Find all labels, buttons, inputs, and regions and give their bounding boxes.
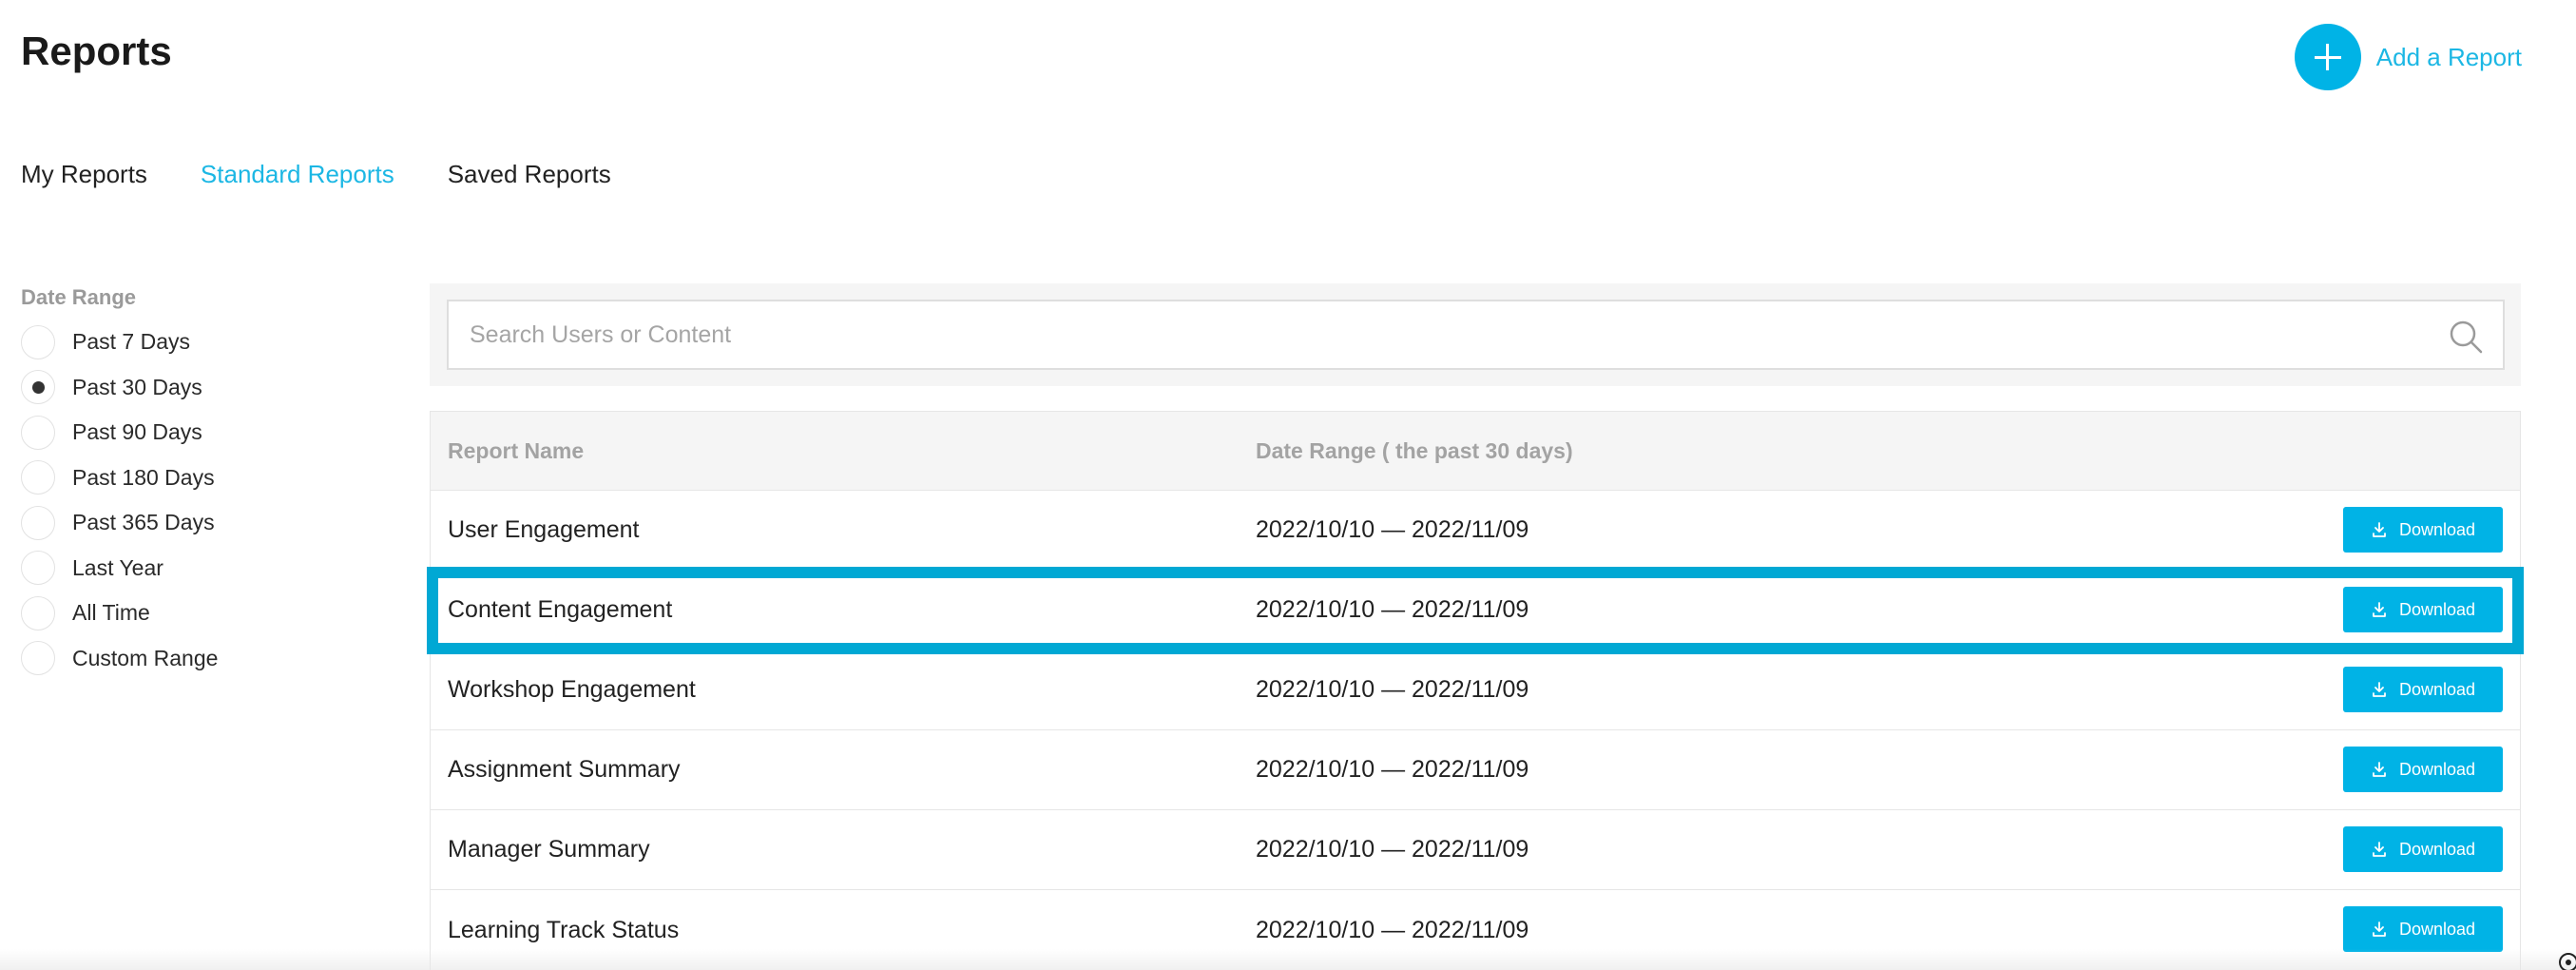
tab-my-reports[interactable]: My Reports — [21, 160, 147, 189]
report-tabs: My Reports Standard Reports Saved Report… — [21, 160, 664, 189]
table-row: User Engagement 2022/10/10 — 2022/11/09 … — [431, 491, 2520, 571]
reports-table: Report Name Date Range ( the past 30 day… — [427, 411, 2524, 970]
report-date-range: 2022/10/10 — 2022/11/09 — [1256, 836, 1529, 863]
report-name: User Engagement — [448, 516, 640, 543]
radio-label[interactable]: Custom Range — [72, 646, 218, 671]
search-input[interactable] — [449, 301, 2503, 368]
radio-all-time[interactable]: All Time — [21, 591, 382, 636]
radio-past-180-days[interactable]: Past 180 Days — [21, 456, 382, 501]
column-header-report-name: Report Name — [448, 437, 585, 463]
radio-last-year[interactable]: Last Year — [21, 546, 382, 592]
report-name: Manager Summary — [448, 836, 650, 863]
download-button[interactable]: Download — [2343, 507, 2503, 553]
download-icon — [2373, 602, 2386, 617]
download-icon — [2373, 922, 2386, 937]
download-label: Download — [2398, 839, 2476, 859]
radio-button[interactable] — [21, 370, 55, 405]
report-date-range: 2022/10/10 — 2022/11/09 — [1256, 676, 1529, 703]
report-date-range: 2022/10/10 — 2022/11/09 — [1256, 916, 1529, 943]
help-icon[interactable] — [2557, 951, 2576, 970]
radio-button[interactable] — [21, 595, 55, 630]
radio-button[interactable] — [21, 415, 55, 450]
download-button[interactable]: Download — [2343, 667, 2503, 712]
radio-button[interactable] — [21, 641, 55, 676]
download-label: Download — [2398, 599, 2476, 619]
radio-button[interactable] — [21, 505, 55, 540]
report-name: Workshop Engagement — [448, 676, 696, 703]
table-row: Workshop Engagement 2022/10/10 — 2022/11… — [431, 650, 2520, 730]
tab-standard-reports[interactable]: Standard Reports — [201, 160, 394, 189]
radio-label[interactable]: Past 180 Days — [72, 465, 215, 491]
download-button[interactable]: Download — [2343, 906, 2503, 952]
table-row: Assignment Summary 2022/10/10 — 2022/11/… — [431, 730, 2520, 810]
radio-label[interactable]: Past 365 Days — [72, 510, 215, 535]
report-name: Assignment Summary — [448, 756, 681, 783]
report-date-range: 2022/10/10 — 2022/11/09 — [1256, 756, 1529, 783]
radio-button[interactable] — [21, 324, 55, 359]
bottom-shade — [0, 949, 2576, 970]
tab-saved-reports[interactable]: Saved Reports — [448, 160, 611, 189]
download-button[interactable]: Download — [2343, 826, 2503, 872]
radio-label[interactable]: Past 7 Days — [72, 329, 190, 355]
radio-button[interactable] — [21, 460, 55, 495]
report-name: Content Engagement — [448, 596, 673, 623]
radio-label[interactable]: Past 30 Days — [72, 375, 202, 400]
download-icon — [2373, 842, 2386, 857]
report-date-range: 2022/10/10 — 2022/11/09 — [1256, 596, 1529, 623]
report-date-range: 2022/10/10 — 2022/11/09 — [1256, 516, 1529, 543]
filter-title: Date Range — [21, 285, 137, 309]
download-label: Download — [2398, 919, 2476, 939]
add-report-label[interactable]: Add a Report — [2376, 43, 2522, 72]
download-icon — [2373, 522, 2386, 537]
radio-past-365-days[interactable]: Past 365 Days — [21, 500, 382, 546]
table-row: Content Engagement 2022/10/10 — 2022/11/… — [427, 567, 2524, 654]
column-header-date-range: Date Range ( the past 30 days) — [1256, 437, 1573, 463]
search-icon[interactable] — [2448, 319, 2484, 355]
radio-label[interactable]: All Time — [72, 600, 150, 626]
radio-label[interactable]: Last Year — [72, 555, 163, 581]
page-title: Reports — [21, 29, 172, 73]
date-range-filter: Date Range Past 7 Days Past 30 Days Past… — [21, 285, 382, 681]
download-label: Download — [2398, 759, 2476, 779]
search-panel — [430, 283, 2521, 386]
radio-label[interactable]: Past 90 Days — [72, 419, 202, 445]
radio-past-30-days[interactable]: Past 30 Days — [21, 365, 382, 411]
table-header: Report Name Date Range ( the past 30 day… — [431, 412, 2520, 491]
search-box[interactable] — [447, 300, 2505, 370]
download-label: Download — [2398, 519, 2476, 539]
radio-button[interactable] — [21, 551, 55, 586]
download-button[interactable]: Download — [2343, 587, 2503, 632]
radio-past-7-days[interactable]: Past 7 Days — [21, 320, 382, 365]
download-icon — [2373, 762, 2386, 777]
report-name: Learning Track Status — [448, 916, 680, 943]
radio-past-90-days[interactable]: Past 90 Days — [21, 410, 382, 456]
download-label: Download — [2398, 679, 2476, 699]
download-button[interactable]: Download — [2343, 747, 2503, 792]
add-report-button[interactable]: Add a Report — [2294, 24, 2522, 90]
table-row: Manager Summary 2022/10/10 — 2022/11/09 … — [431, 810, 2520, 890]
radio-custom-range[interactable]: Custom Range — [21, 636, 382, 682]
download-icon — [2373, 682, 2386, 697]
plus-icon[interactable] — [2294, 24, 2361, 90]
